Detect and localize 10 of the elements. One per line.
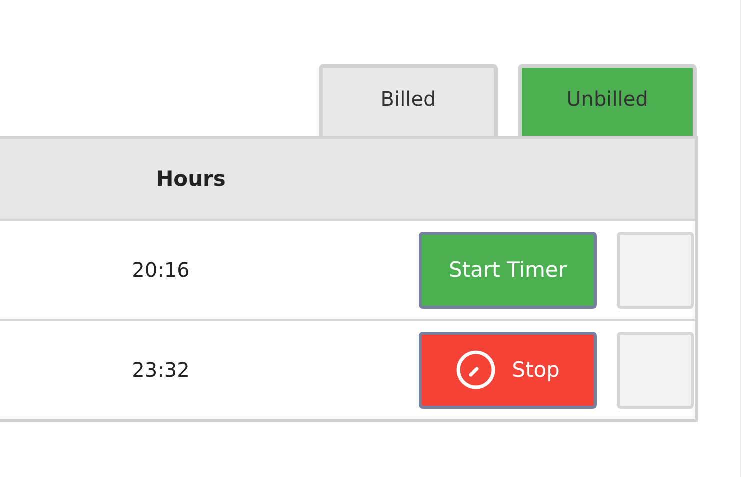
start-timer-button[interactable]: Start Timer bbox=[419, 232, 597, 308]
stop-button[interactable]: Stop bbox=[419, 332, 597, 408]
table-cell-text: 23:32 bbox=[131, 358, 191, 382]
tab[interactable]: Billed bbox=[319, 64, 498, 136]
tab[interactable]: Unbilled bbox=[518, 64, 697, 136]
square-button[interactable] bbox=[617, 332, 694, 408]
table-cell-text: 20:16 bbox=[131, 258, 191, 282]
timer-icon bbox=[456, 350, 496, 390]
square-button[interactable] bbox=[617, 232, 694, 308]
column-header: Hours bbox=[155, 167, 227, 191]
